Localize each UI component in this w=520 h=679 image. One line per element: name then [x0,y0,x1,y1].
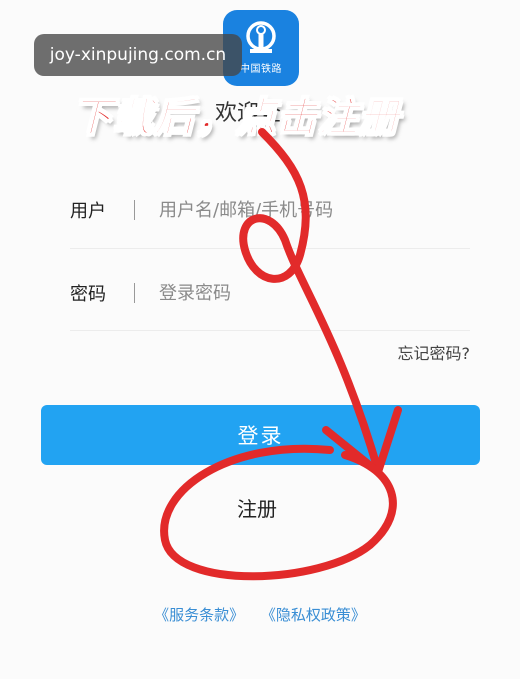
password-underline [70,330,470,331]
field-divider [134,283,135,303]
username-underline [70,248,470,249]
register-link[interactable]: 注册 [237,493,277,522]
field-divider [134,200,135,220]
password-input[interactable] [157,281,441,305]
login-button[interactable]: 登录 [41,405,480,465]
privacy-policy-link[interactable]: 《隐私权政策》 [261,606,366,624]
watermark: joy-xinpujing.com.cn [34,34,242,76]
railway-logo-icon [246,21,276,53]
logo-caption: 中国铁路 [240,64,282,75]
password-row: 密码 [70,273,490,313]
terms-of-service-link[interactable]: 《服务条款》 [154,606,244,624]
forgot-password-link[interactable]: 忘记密码? [398,340,471,364]
password-label: 密码 [70,284,106,305]
username-label: 用户 [70,201,106,222]
instruction-banner: 下载后，点击注册 [71,94,400,142]
terms-links: 《服务条款》 《隐私权政策》 [0,604,520,625]
username-row: 用户 [70,190,490,230]
username-input[interactable] [157,198,441,222]
